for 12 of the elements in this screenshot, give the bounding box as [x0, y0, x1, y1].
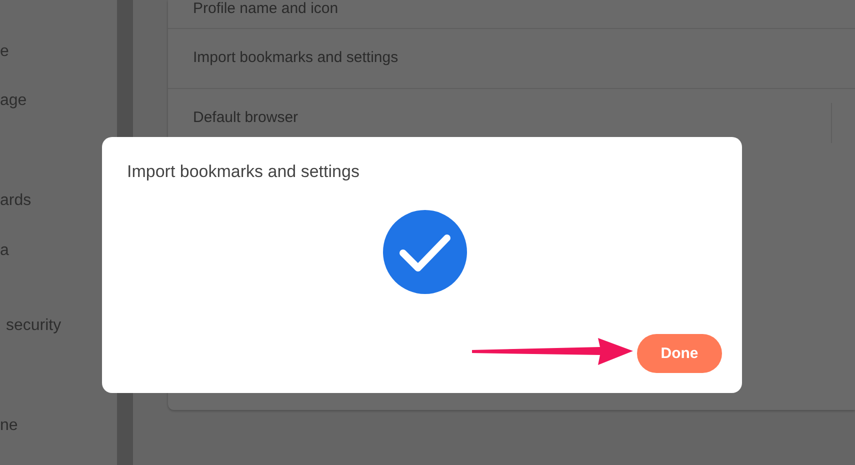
- dialog-title: Import bookmarks and settings: [127, 162, 360, 182]
- settings-row-label[interactable]: Import bookmarks and settings: [193, 49, 398, 67]
- sidebar-item[interactable]: age: [0, 91, 27, 111]
- sidebar-item[interactable]: security: [6, 316, 62, 336]
- sidebar-item[interactable]: ne: [0, 416, 18, 436]
- sidebar-item[interactable]: a: [0, 241, 9, 261]
- success-check-icon: [382, 210, 466, 294]
- settings-row-label[interactable]: Default browser: [193, 109, 298, 127]
- sidebar-item[interactable]: e: [0, 42, 9, 62]
- sidebar-item[interactable]: ards: [0, 191, 32, 211]
- done-button[interactable]: Done: [637, 334, 722, 373]
- settings-row-label[interactable]: Profile name and icon: [193, 0, 338, 18]
